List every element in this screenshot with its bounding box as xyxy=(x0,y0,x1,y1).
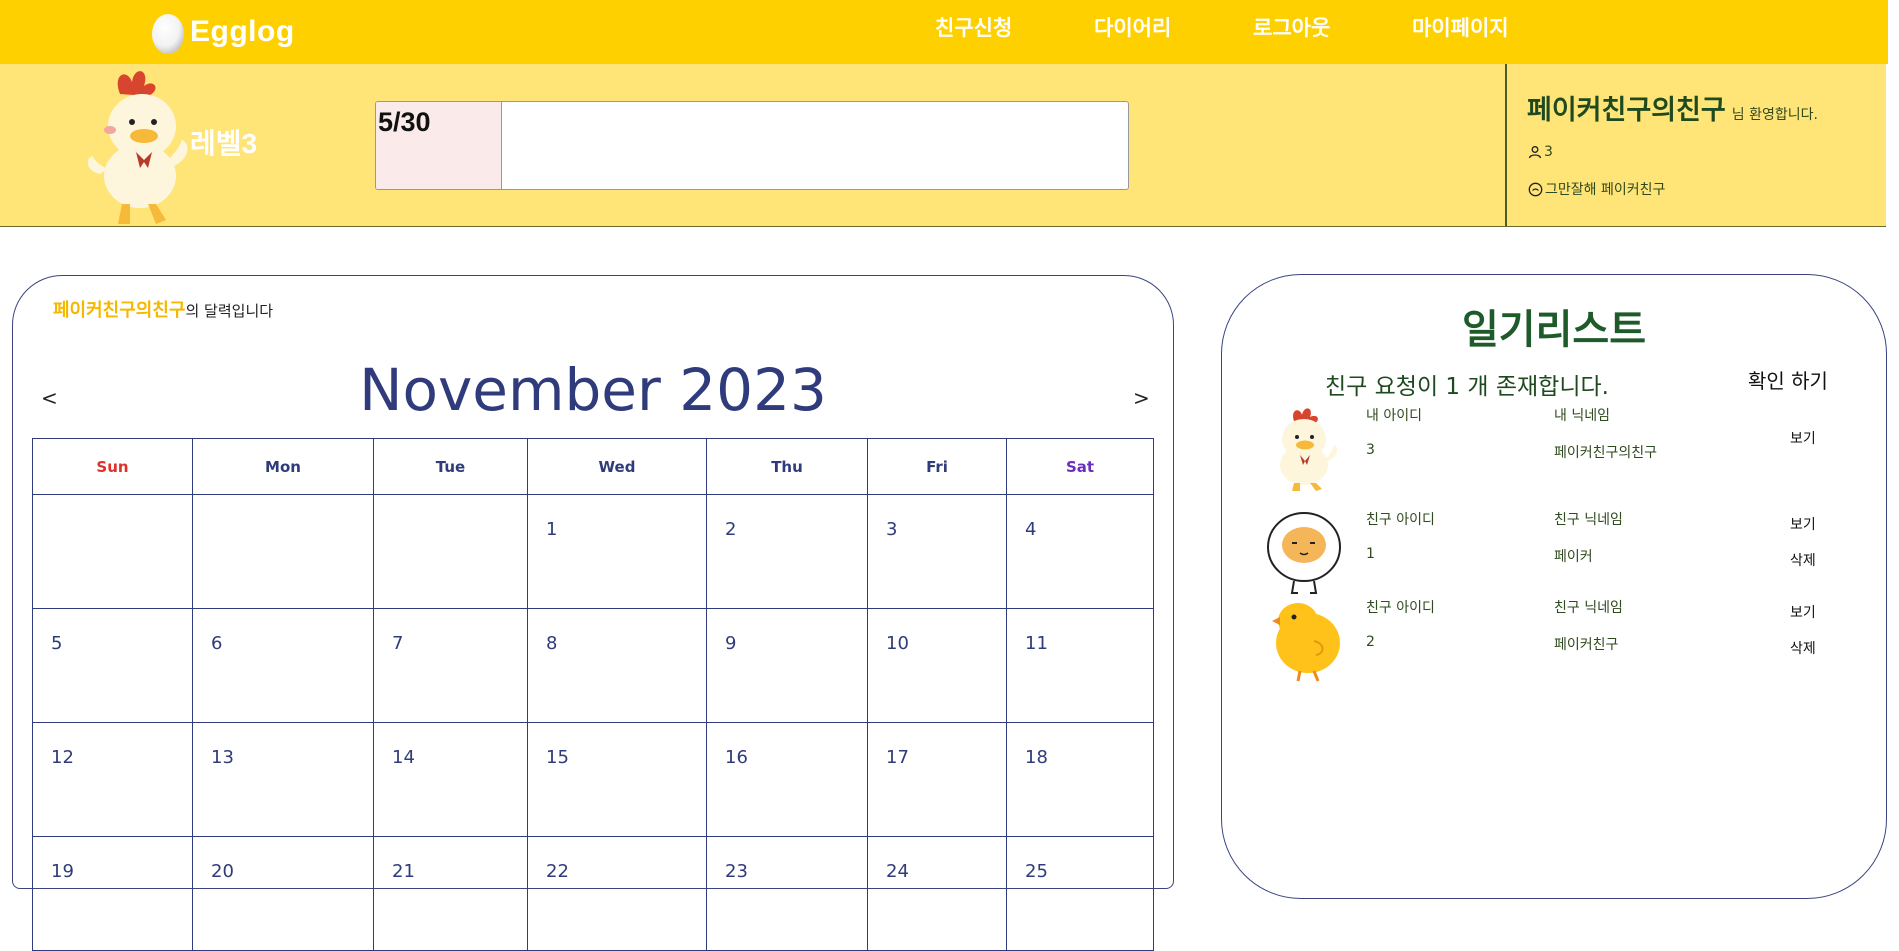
confirm-request-button[interactable]: 확인 하기 xyxy=(1748,365,1828,394)
person-icon xyxy=(1528,146,1542,159)
next-month-button[interactable]: > xyxy=(1133,386,1150,410)
view-button[interactable]: 보기 xyxy=(1790,602,1816,622)
calendar-caption: 페이커친구의친구의 달력입니다 xyxy=(53,296,273,322)
diary-list-title: 일기리스트 xyxy=(1462,307,1646,353)
calendar-week-row: 1 2 3 4 xyxy=(32,494,1154,609)
friend-id-header: 친구 아이디 xyxy=(1366,512,1435,528)
calendar-day-cell[interactable]: 18 xyxy=(1006,722,1154,837)
weekday-sun: Sun xyxy=(32,438,193,495)
calendar-title: November 2023 xyxy=(359,356,827,424)
calendar-day-cell[interactable]: 15 xyxy=(527,722,707,837)
weekday-header-row: Sun Mon Tue Wed Thu Fri Sat xyxy=(32,438,1154,495)
weekday-sat: Sat xyxy=(1006,438,1154,495)
delete-button[interactable]: 삭제 xyxy=(1790,550,1816,570)
view-button[interactable]: 보기 xyxy=(1790,514,1816,534)
logo-text: Egglog xyxy=(190,15,295,48)
nav-friend-request[interactable]: 친구신청 xyxy=(935,12,1012,42)
profile-band: 레벨3 5/30 페이커친구의친구 님 환영합니다. 3 그만잘해 페이커친구 xyxy=(0,64,1886,227)
weekday-mon: Mon xyxy=(192,438,374,495)
calendar-panel: 페이커친구의친구의 달력입니다 < November 2023 > Sun Mo… xyxy=(12,275,1174,951)
diary-list-panel: 일기리스트 친구 요청이 1 개 존재합니다. 확인 하기 내 아이디 내 닉네… xyxy=(1221,274,1887,899)
my-nick-header: 내 닉네임 xyxy=(1554,408,1610,424)
my-nick: 페이커친구의친구 xyxy=(1554,445,1658,461)
my-id-header: 내 아이디 xyxy=(1366,408,1422,424)
calendar-day-cell[interactable] xyxy=(192,494,374,609)
calendar-grid: Sun Mon Tue Wed Thu Fri Sat 1 2 3 4 5 6 xyxy=(32,438,1154,951)
chicken-avatar-icon xyxy=(1280,408,1338,491)
calendar-day-cell[interactable]: 4 xyxy=(1006,494,1154,609)
friend-id: 2 xyxy=(1366,634,1375,650)
calendar-week-row: 12 13 14 15 16 17 18 xyxy=(32,722,1154,837)
weekday-tue: Tue xyxy=(373,438,528,495)
weekday-wed: Wed xyxy=(527,438,707,495)
friend-count: 3 xyxy=(1544,144,1553,160)
calendar-day-cell[interactable] xyxy=(373,494,528,609)
delete-button[interactable]: 삭제 xyxy=(1790,638,1816,658)
calendar-day-cell[interactable]: 3 xyxy=(867,494,1007,609)
calendar-day-cell[interactable]: 11 xyxy=(1006,608,1154,723)
friend-nick: 페이커 xyxy=(1554,549,1593,565)
friend-count-line: 3 xyxy=(1528,144,1553,160)
weekday-fri: Fri xyxy=(867,438,1007,495)
calendar-day-cell[interactable] xyxy=(32,494,193,609)
calendar-day-cell[interactable]: 23 xyxy=(706,836,868,951)
my-id: 3 xyxy=(1366,442,1375,458)
friend-nick: 페이커친구 xyxy=(1554,637,1619,653)
username: 페이커친구의친구 xyxy=(1527,95,1726,126)
top-nav: Egglog 친구신청 다이어리 로그아웃 마이페이지 xyxy=(0,0,1888,64)
welcome-text: 님 환영합니다. xyxy=(1731,107,1818,123)
progress-text: 5/30 xyxy=(378,107,431,137)
band-divider xyxy=(1505,64,1507,226)
weekday-thu: Thu xyxy=(706,438,868,495)
nav-logout[interactable]: 로그아웃 xyxy=(1253,12,1330,42)
status-message: 그만잘해 페이커친구 xyxy=(1545,182,1666,198)
friend-nick-header: 친구 닉네임 xyxy=(1554,600,1623,616)
nav-diary[interactable]: 다이어리 xyxy=(1094,12,1171,42)
calendar-day-cell[interactable]: 20 xyxy=(192,836,374,951)
logo[interactable]: Egglog xyxy=(150,8,295,56)
calendar-day-cell[interactable]: 6 xyxy=(192,608,374,723)
calendar-day-cell[interactable]: 8 xyxy=(527,608,707,723)
calendar-caption-suffix: 의 달력입니다 xyxy=(185,302,274,320)
calendar-week-row: 5 6 7 8 9 10 11 xyxy=(32,608,1154,723)
friend-nick-header: 친구 닉네임 xyxy=(1554,512,1623,528)
calendar-owner-nick: 페이커친구의친구 xyxy=(53,300,186,321)
calendar-day-cell[interactable]: 22 xyxy=(527,836,707,951)
calendar-day-cell[interactable]: 9 xyxy=(706,608,868,723)
calendar-day-cell[interactable]: 1 xyxy=(527,494,707,609)
friend-id: 1 xyxy=(1366,546,1375,562)
calendar-day-cell[interactable]: 7 xyxy=(373,608,528,723)
friend-request-notice: 친구 요청이 1 개 존재합니다. xyxy=(1325,374,1609,400)
calendar-day-cell[interactable]: 10 xyxy=(867,608,1007,723)
friend-id-header: 친구 아이디 xyxy=(1366,600,1435,616)
calendar-day-cell[interactable]: 16 xyxy=(706,722,868,837)
egg-avatar-icon xyxy=(1267,512,1341,594)
level-label: 레벨3 xyxy=(190,128,258,159)
view-button[interactable]: 보기 xyxy=(1790,428,1816,448)
calendar-day-cell[interactable]: 19 xyxy=(32,836,193,951)
level-progress-bar: 5/30 xyxy=(375,101,1129,190)
smile-icon xyxy=(1528,182,1543,196)
calendar-day-cell[interactable]: 12 xyxy=(32,722,193,837)
calendar-day-cell[interactable]: 21 xyxy=(373,836,528,951)
status-line: 그만잘해 페이커친구 xyxy=(1528,179,1665,199)
user-greeting: 페이커친구의친구 님 환영합니다. xyxy=(1527,88,1818,127)
chick-avatar-icon xyxy=(1272,603,1340,682)
chicken-mascot-icon xyxy=(87,71,188,224)
calendar-day-cell[interactable]: 24 xyxy=(867,836,1007,951)
calendar-day-cell[interactable]: 5 xyxy=(32,608,193,723)
calendar-week-row: 19 20 21 22 23 24 25 xyxy=(32,836,1154,951)
nav-mypage[interactable]: 마이페이지 xyxy=(1412,12,1509,42)
calendar-day-cell[interactable]: 13 xyxy=(192,722,374,837)
calendar-day-cell[interactable]: 2 xyxy=(706,494,868,609)
egg-logo-icon xyxy=(152,14,184,54)
calendar-day-cell[interactable]: 14 xyxy=(373,722,528,837)
calendar-day-cell[interactable]: 25 xyxy=(1006,836,1154,951)
calendar-day-cell[interactable]: 17 xyxy=(867,722,1007,837)
